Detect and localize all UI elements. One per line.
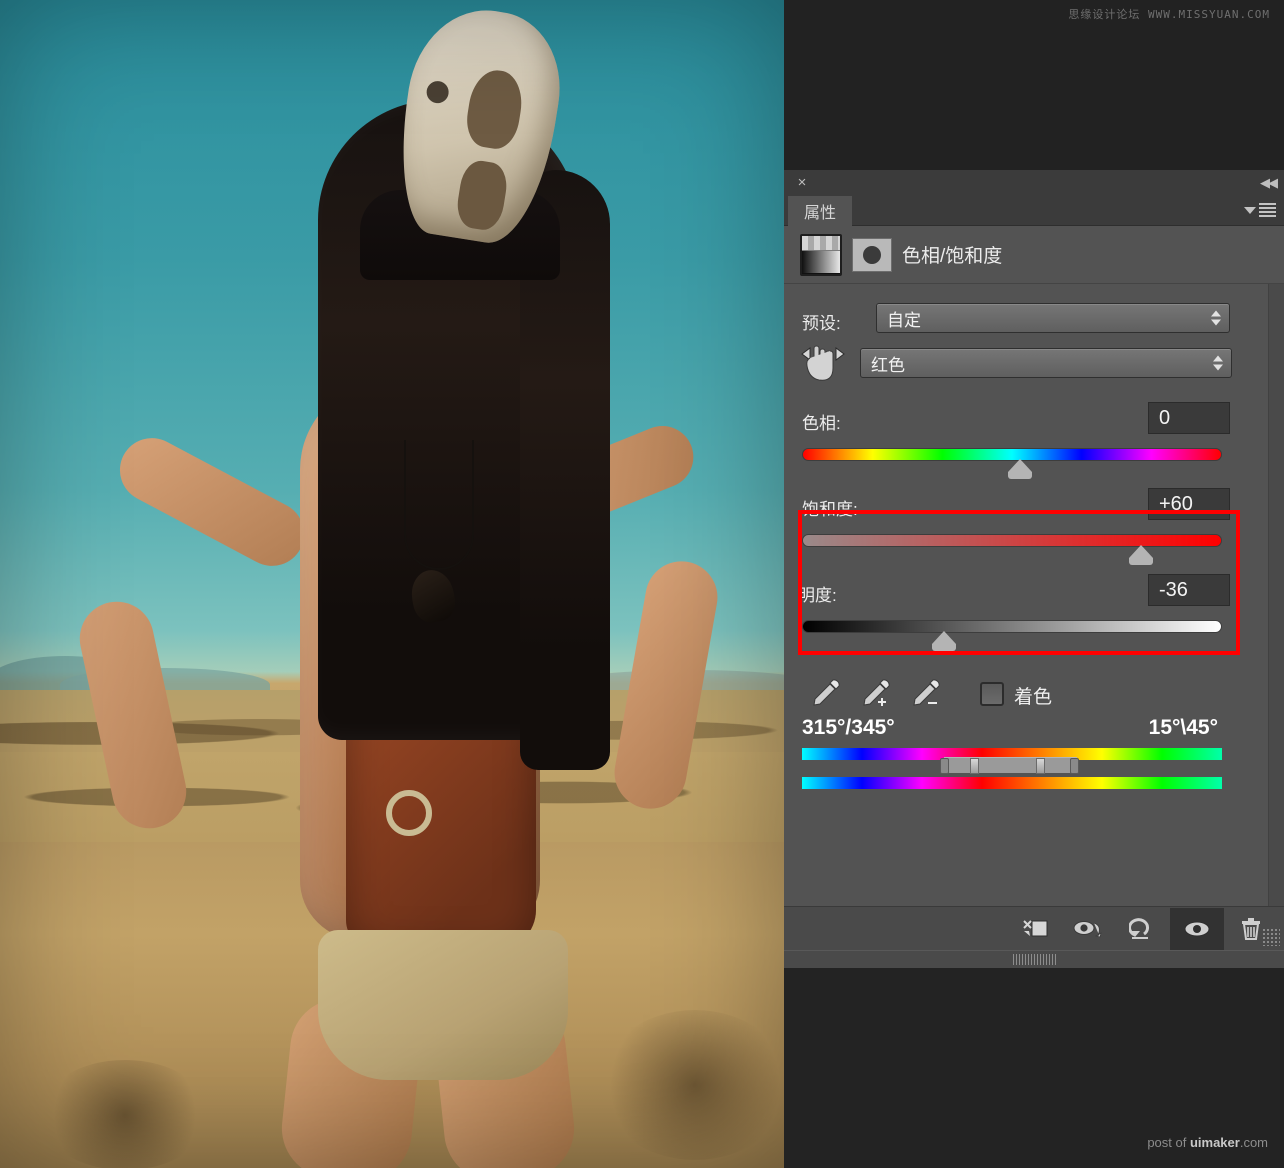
eyedropper-icon[interactable] [808,676,842,710]
eye-arrow-icon [1073,920,1102,937]
watermark-bottom: post of uimaker.com [1147,1135,1268,1150]
eyedropper-add-icon[interactable] [858,676,892,710]
chevron-down-icon [1244,206,1256,214]
channel-value: 红色 [871,355,905,375]
hamburger-icon [1259,203,1276,217]
channel-select[interactable]: 红色 [860,348,1232,378]
color-range-bar-bottom [802,777,1222,789]
resize-grip-icon[interactable] [1262,928,1280,946]
colorize-checkbox[interactable] [980,682,1004,706]
tab-properties[interactable]: 属性 [788,196,853,226]
toggle-visibility-button[interactable] [1170,907,1224,950]
collapse-panel-icon[interactable]: ◀◀ [1260,175,1278,191]
hue-slider-thumb[interactable] [1008,459,1032,479]
undo-icon [1129,917,1149,939]
lightness-slider-thumb[interactable] [932,631,956,651]
watermark-top: 思缘设计论坛 WWW.MISSYUAN.COM [1068,8,1270,21]
saturation-slider-thumb[interactable] [1129,545,1153,565]
panel-body: 预设: 自定 红色 色相: 0 饱和度: +60 明度: -36 着色 315°… [784,284,1284,907]
lightness-label: 明度: [798,586,837,605]
on-image-adjustment-tool-icon[interactable] [800,342,846,384]
lightness-slider-track[interactable] [802,620,1222,633]
reset-adjustment-button[interactable] [1116,908,1170,950]
range-left-label: 315°/345° [802,716,895,739]
spinner-icon [1213,355,1223,371]
watermark-prefix: post of [1147,1135,1190,1150]
eye-icon [1184,921,1210,936]
hue-label: 色相: [802,414,841,433]
color-range-control[interactable] [940,757,1079,774]
clip-to-layer-button[interactable] [1008,908,1062,950]
panel-menu-icon[interactable] [1244,203,1276,217]
image-canvas[interactable] [0,0,784,1168]
range-falloff-handle-right[interactable] [1070,758,1079,774]
preset-label: 预设: [802,314,841,333]
toggle-preview-button[interactable] [1062,908,1116,950]
saturation-label: 饱和度: [802,500,858,519]
saturation-value-field[interactable]: +60 [1148,488,1230,520]
watermark-brand: uimaker [1189,1135,1240,1150]
close-icon[interactable]: × [794,175,810,191]
photo-vignette [0,0,784,1168]
spinner-icon [1211,310,1221,326]
saturation-slider-track[interactable] [802,534,1222,547]
photoshop-screenshot: 思缘设计论坛 WWW.MISSYUAN.COM × ◀◀ 属性 色相/饱和度 预… [0,0,1284,1168]
colorize-label: 着色 [1014,687,1053,708]
adjustment-thumbnail-icon[interactable] [800,233,842,276]
panel-drag-handle[interactable] [784,950,1284,968]
preset-value: 自定 [887,310,921,330]
range-core-handle-left[interactable] [970,758,979,774]
panel-scrollbar[interactable] [1268,284,1284,907]
adjustment-header: 色相/饱和度 [784,226,1284,284]
preset-select[interactable]: 自定 [876,303,1230,333]
workspace-background [784,0,1284,170]
hue-value-field[interactable]: 0 [1148,402,1230,434]
adjustment-title: 色相/饱和度 [902,246,1003,267]
range-core-handle-right[interactable] [1036,758,1045,774]
photoshop-right-dock: 思缘设计论坛 WWW.MISSYUAN.COM × ◀◀ 属性 色相/饱和度 预… [784,0,1284,1168]
clip-icon [1023,919,1048,936]
panel-tabbar: 属性 [784,196,1284,226]
panel-titlebar: × ◀◀ [784,170,1284,196]
layer-mask-thumbnail-icon[interactable] [852,237,892,272]
eyedropper-subtract-icon[interactable] [908,676,942,710]
lightness-value-field[interactable]: -36 [1148,574,1230,606]
range-right-label: 15°\45° [1148,716,1218,739]
panel-footer-toolbar [784,906,1284,950]
range-falloff-handle-left[interactable] [940,758,949,774]
properties-panel: × ◀◀ 属性 色相/饱和度 预设: 自定 红色 色相: 0 饱和度: +60 … [784,170,1284,968]
trash-icon [1242,917,1260,940]
watermark-suffix: .com [1239,1135,1268,1150]
